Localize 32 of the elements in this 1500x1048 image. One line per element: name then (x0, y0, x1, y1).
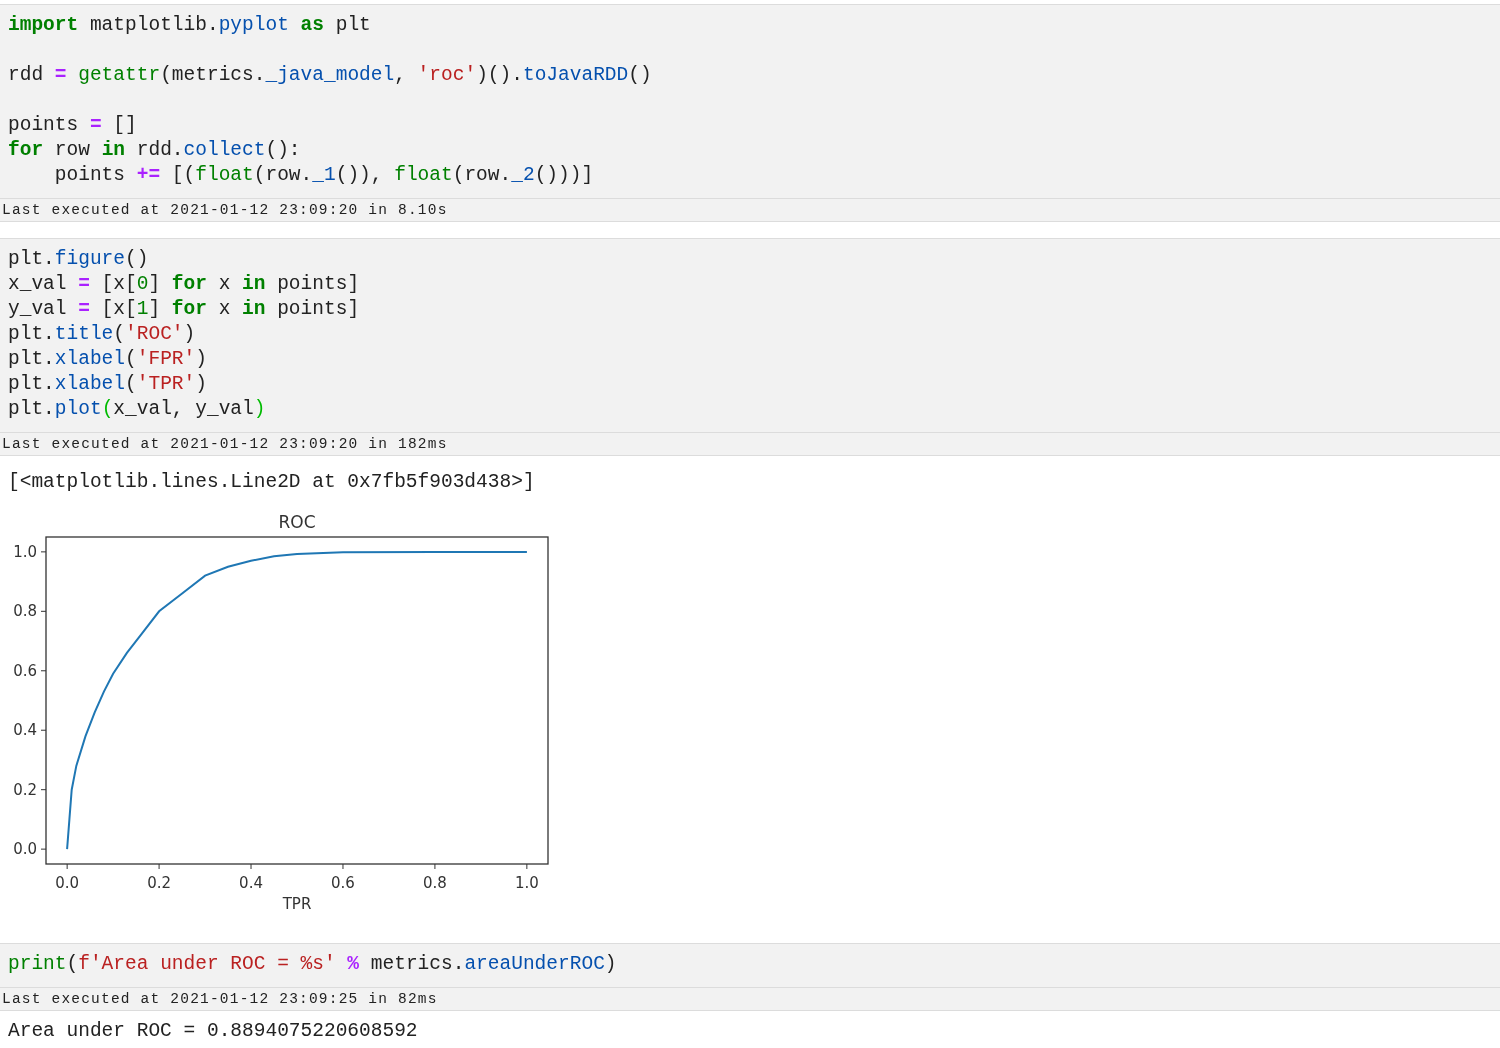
code-line: y_val = [x[1] for x in points] (8, 297, 360, 322)
y-tick-label: 0.4 (13, 721, 37, 740)
y-tick-label: 0.2 (13, 780, 37, 799)
output-text: Area under ROC = 0.8894075220608592 (7, 1019, 419, 1044)
x-tick-label: 0.2 (147, 874, 171, 892)
y-tick-label: 0.6 (13, 661, 37, 680)
x-tick-label: 0.6 (331, 874, 355, 892)
code-line: plt.title('ROC') (8, 322, 196, 347)
output-text: [<matplotlib.lines.Line2D at 0x7fb5f903d438>] (7, 470, 536, 495)
x-axis-label: TPR (282, 895, 312, 913)
y-tick-label: 1.0 (13, 542, 37, 561)
code-line: print(f'Area under ROC = %s' % metrics.areaUnderROC) (8, 952, 617, 977)
code-line: plt.xlabel('TPR') (8, 372, 207, 397)
code-line: points += [(float(row._1()), float(row._2()))] (53, 163, 594, 188)
execution-footer: Last executed at 2021-01-12 23:09:20 in 8.10s (0, 199, 1500, 222)
y-tick-label: 0.0 (13, 840, 37, 859)
code-line: plt.figure() (8, 247, 149, 272)
code-line: plt.xlabel('FPR') (8, 347, 207, 372)
code-line: x_val = [x[0] for x in points] (8, 272, 360, 297)
chart-title: ROC (278, 512, 316, 532)
code-line: for row in rdd.collect(): (8, 138, 301, 163)
execution-footer: Last executed at 2021-01-12 23:09:25 in 82ms (0, 988, 1500, 1011)
x-tick-label: 0.4 (239, 874, 263, 892)
code-line: rdd = getattr(metrics._java_model, 'roc')().toJavaRDD() (8, 63, 652, 88)
x-tick-label: 1.0 (514, 874, 539, 892)
execution-footer: Last executed at 2021-01-12 23:09:20 in 182ms (0, 433, 1500, 456)
x-tick-label: 0.0 (55, 874, 80, 892)
code-line: plt.plot(x_val, y_val) (8, 397, 266, 422)
code-line: import matplotlib.pyplot as plt (8, 13, 371, 38)
code-line: points = [] (8, 113, 137, 138)
y-tick-label: 0.8 (13, 602, 37, 621)
x-tick-label: 0.8 (423, 874, 447, 892)
